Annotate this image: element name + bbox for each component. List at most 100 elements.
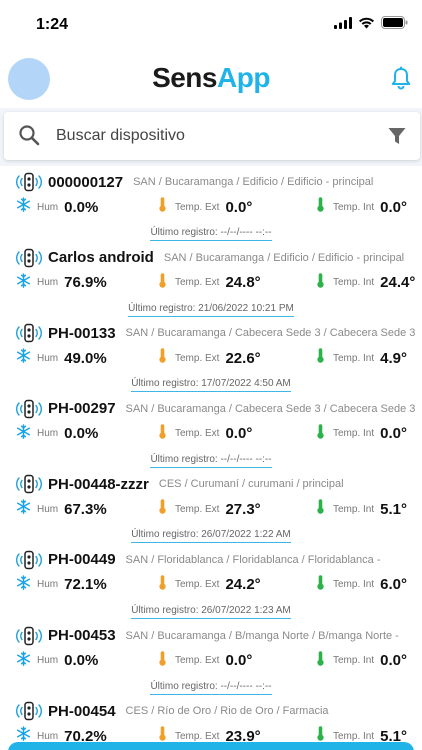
temp-ext-value: 27.3° [225,500,261,518]
last-record-row: Último registro: 21/06/2022 10:21 PM [0,298,422,317]
bell-icon[interactable] [390,66,412,90]
device-item[interactable]: PH-00449 SAN / Floridablanca / Floridabl… [0,543,422,620]
sensor-device-icon [14,323,44,343]
temp-int-value: 0.0° [380,198,407,216]
temp-int-label: Temp. Int [333,655,375,667]
temp-ext-reading: Temp. Ext 0.0° [158,196,252,218]
device-location: SAN / Bucaramanga / Edificio / Edificio … [163,251,405,264]
humidity-value: 0.0% [64,198,99,216]
bottom-action-bar[interactable] [8,742,414,750]
thermometer-orange-icon [158,196,167,218]
search-icon [19,125,40,146]
device-item[interactable]: Carlos android SAN / Bucaramanga / Edifi… [0,241,422,318]
snowflake-icon [16,575,31,595]
temp-ext-value: 22.6° [225,349,261,367]
last-record: Último registro: --/--/---- --:-- [150,454,272,468]
snowflake-icon [16,499,31,519]
temp-int-reading: Temp. Int 6.0° [316,574,407,596]
humidity-label: Hum [37,277,59,289]
thermometer-orange-icon [158,347,167,369]
temp-int-value: 0.0° [380,652,407,670]
device-readings: Hum 0.0% Temp. Ext 0.0° Temp. Int 0.0° [0,196,422,218]
sensor-device-icon [14,248,44,268]
device-location: CES / Curumaní / curumani / principal [158,478,344,491]
device-location: CES / Río de Oro / Rio de Oro / Farmacia [125,705,329,718]
temp-ext-value: 24.8° [225,274,261,292]
temp-ext-value: 24.2° [225,576,261,594]
thermometer-green-icon [316,574,325,596]
humidity-label: Hum [37,730,59,742]
temp-int-reading: Temp. Int 0.0° [316,650,407,672]
device-header: PH-00454 CES / Río de Oro / Rio de Oro /… [14,701,416,721]
device-readings: Hum 0.0% Temp. Ext 0.0° Temp. Int 0.0° [0,423,422,445]
humidity-label: Hum [37,352,59,364]
humidity-value: 67.3% [64,500,107,518]
snowflake-icon [16,348,31,368]
thermometer-green-icon [316,272,325,294]
logo-app: App [217,62,270,93]
temp-int-label: Temp. Int [333,503,375,515]
device-name: 000000127 [48,173,124,191]
snowflake-icon [16,197,31,217]
sensor-device-icon [14,474,44,494]
last-record: Último registro: 21/06/2022 10:21 PM [128,303,294,317]
last-record-row: Último registro: --/--/---- --:-- [0,676,422,695]
device-name: PH-00453 [48,627,116,645]
thermometer-orange-icon [158,498,167,520]
device-item[interactable]: PH-00448-zzzr CES / Curumaní / curumani … [0,468,422,544]
humidity-value: 49.0% [64,349,107,367]
device-item[interactable]: PH-00133 SAN / Bucaramanga / Cabecera Se… [0,317,422,393]
temp-ext-reading: Temp. Ext 27.3° [158,498,261,520]
temp-int-value: 6.0° [380,576,407,594]
temp-int-reading: Temp. Int 0.0° [316,196,407,218]
device-item[interactable]: PH-00297 SAN / Bucaramanga / Cabecera Se… [0,392,422,469]
device-location: SAN / Floridablanca / Floridablanca / Fl… [125,553,381,566]
search-input[interactable] [56,124,376,148]
humidity-reading: Hum 76.9% [16,272,107,294]
temp-int-reading: Temp. Int 5.1° [316,498,407,520]
temp-int-value: 24.4° [380,274,416,292]
device-readings: Hum 0.0% Temp. Ext 0.0° Temp. Int 0.0° [0,650,422,672]
temp-ext-reading: Temp. Ext 24.8° [158,272,261,294]
humidity-label: Hum [37,428,59,440]
device-name: Carlos android [48,249,154,267]
device-item[interactable]: 000000127 SAN / Bucaramanga / Edificio /… [0,166,422,242]
device-item[interactable]: PH-00453 SAN / Bucaramanga / B/manga Nor… [0,619,422,696]
temp-int-label: Temp. Int [333,579,375,591]
device-name: PH-00133 [48,324,116,342]
battery-icon [381,16,408,29]
device-name: PH-00449 [48,551,116,569]
device-list: 000000127 SAN / Bucaramanga / Edificio /… [0,166,422,750]
last-record: Último registro: 26/07/2022 1:23 AM [131,605,291,619]
temp-int-reading: Temp. Int 24.4° [316,272,415,294]
sensor-device-icon [14,550,44,570]
temp-ext-reading: Temp. Ext 24.2° [158,574,261,596]
thermometer-green-icon [316,498,325,520]
last-record: Último registro: --/--/---- --:-- [150,681,272,695]
last-record: Último registro: 17/07/2022 4:50 AM [131,378,291,393]
temp-ext-label: Temp. Ext [175,579,220,591]
temp-ext-label: Temp. Ext [175,503,220,515]
humidity-label: Hum [37,655,59,667]
filter-icon[interactable] [388,127,406,145]
device-header: PH-00453 SAN / Bucaramanga / B/manga Nor… [14,626,416,646]
app-logo: SensApp [0,62,422,94]
device-readings: Hum 72.1% Temp. Ext 24.2° Temp. Int 6.0° [0,574,422,596]
snowflake-icon [16,272,31,293]
device-header: Carlos android SAN / Bucaramanga / Edifi… [14,248,416,268]
temp-ext-label: Temp. Ext [175,201,220,213]
temp-ext-reading: Temp. Ext 0.0° [158,650,252,672]
humidity-value: 76.9% [64,274,107,292]
device-header: PH-00448-zzzr CES / Curumaní / curumani … [14,474,416,494]
humidity-value: 72.1% [64,576,107,594]
app-header: SensApp [0,52,422,108]
humidity-reading: Hum 0.0% [16,423,98,445]
temp-ext-label: Temp. Ext [175,428,220,440]
status-icons [334,16,408,29]
device-header: PH-00133 SAN / Bucaramanga / Cabecera Se… [14,323,416,343]
temp-ext-label: Temp. Ext [175,730,220,742]
thermometer-green-icon [316,347,325,369]
snowflake-icon [16,423,31,444]
temp-ext-value: 0.0° [225,652,253,670]
device-location: SAN / Bucaramanga / Cabecera Sede 3 / Ca… [125,402,416,415]
